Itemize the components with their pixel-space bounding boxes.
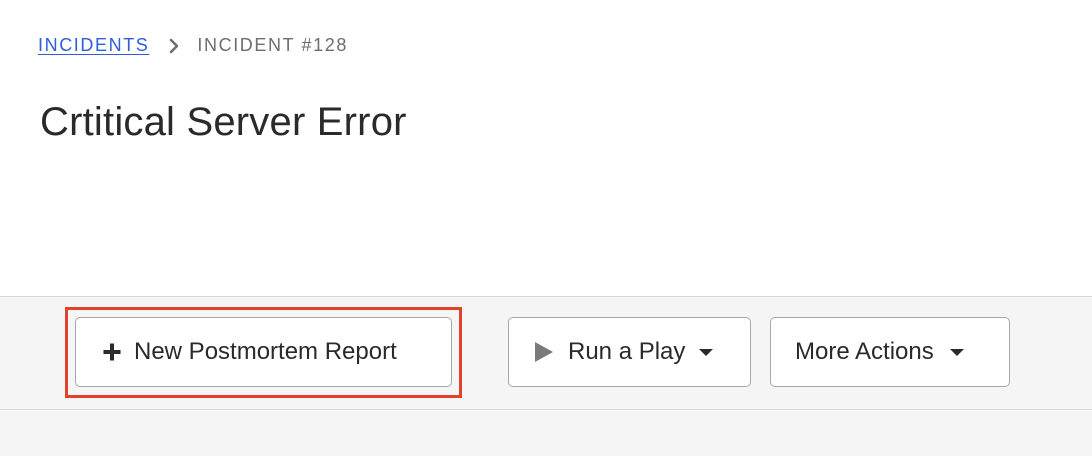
more-actions-button[interactable]: More Actions bbox=[770, 317, 1010, 387]
more-actions-label: More Actions bbox=[795, 338, 934, 365]
breadcrumb: INCIDENTS INCIDENT #128 bbox=[38, 35, 348, 56]
new-postmortem-report-label: New Postmortem Report bbox=[134, 338, 397, 365]
play-icon bbox=[534, 341, 554, 363]
chevron-right-icon bbox=[169, 38, 179, 54]
plus-icon bbox=[102, 342, 122, 362]
run-a-play-button[interactable]: Run a Play bbox=[508, 317, 751, 387]
content-area bbox=[0, 411, 1092, 456]
action-toolbar: New Postmortem Report Run a Play More Ac… bbox=[0, 296, 1092, 410]
run-a-play-label: Run a Play bbox=[568, 338, 686, 365]
breadcrumb-current: INCIDENT #128 bbox=[197, 35, 348, 55]
breadcrumb-incidents-link[interactable]: INCIDENTS bbox=[38, 35, 149, 56]
new-postmortem-report-button[interactable]: New Postmortem Report bbox=[75, 317, 452, 387]
incident-page: INCIDENTS INCIDENT #128 Crtitical Server… bbox=[0, 0, 1092, 456]
caret-down-icon bbox=[699, 348, 714, 357]
page-title: Crtitical Server Error bbox=[40, 100, 407, 144]
caret-down-icon bbox=[949, 348, 964, 357]
